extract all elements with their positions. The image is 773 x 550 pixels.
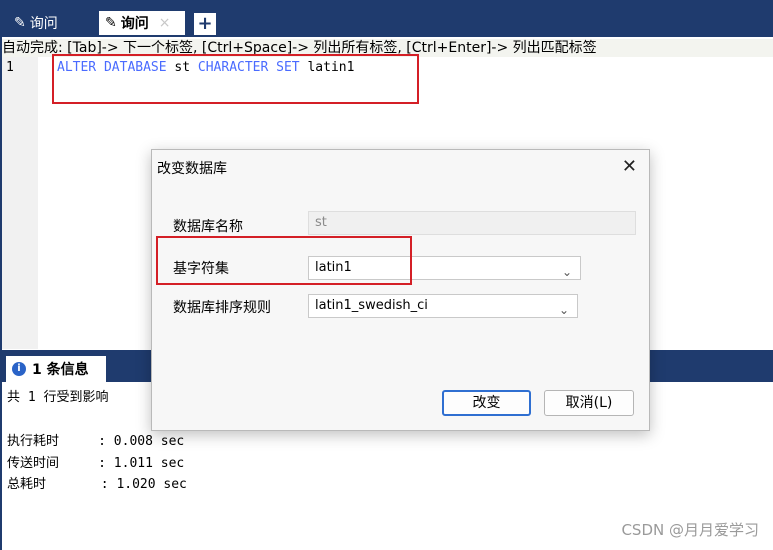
tab-query-1[interactable]: ✎ 询问 bbox=[8, 11, 96, 35]
info-icon: i bbox=[12, 362, 26, 376]
dialog-title: 改变数据库 bbox=[157, 161, 227, 177]
db-name-field: st bbox=[308, 211, 636, 235]
close-tab-icon[interactable]: × bbox=[159, 15, 171, 31]
alter-database-dialog: 改变数据库 ✕ 数据库名称 st 基字符集 latin1 ⌄ 数据库排序规则 l… bbox=[151, 149, 650, 431]
tab-label: 询问 bbox=[120, 16, 149, 32]
highlight-box bbox=[156, 236, 412, 285]
alter-button[interactable]: 改变 bbox=[442, 390, 531, 416]
query-icon: ✎ bbox=[14, 15, 26, 31]
close-icon[interactable]: ✕ bbox=[622, 156, 637, 177]
collation-select[interactable]: latin1_swedish_ci ⌄ bbox=[308, 294, 578, 318]
messages-tab-label: 1 条信息 bbox=[32, 362, 89, 378]
new-tab-button[interactable]: + bbox=[194, 13, 216, 35]
message-line: 总耗时 : 1.020 sec bbox=[7, 477, 187, 492]
message-line: 执行耗时 : 0.008 sec bbox=[7, 434, 185, 449]
tab-messages[interactable]: i 1 条信息 bbox=[6, 356, 106, 382]
line-number-gutter bbox=[2, 57, 38, 349]
collation-label: 数据库排序规则 bbox=[173, 300, 271, 316]
tab-label: 询问 bbox=[29, 16, 58, 32]
chevron-down-icon: ⌄ bbox=[558, 303, 569, 317]
line-number: 1 bbox=[6, 60, 14, 75]
query-icon: ✎ bbox=[105, 15, 117, 31]
watermark: CSDN @月月爱学习 bbox=[621, 521, 759, 539]
highlight-box bbox=[52, 54, 419, 104]
message-line: 共 1 行受到影响 bbox=[7, 390, 109, 405]
cancel-button[interactable]: 取消(L) bbox=[544, 390, 634, 416]
collation-value: latin1_swedish_ci bbox=[315, 298, 428, 313]
chevron-down-icon: ⌄ bbox=[561, 265, 572, 279]
db-name-value: st bbox=[315, 215, 327, 230]
tab-query-2[interactable]: ✎ 询问 × bbox=[99, 11, 185, 35]
message-line: 传送时间 : 1.011 sec bbox=[7, 456, 185, 471]
db-name-label: 数据库名称 bbox=[173, 219, 243, 235]
